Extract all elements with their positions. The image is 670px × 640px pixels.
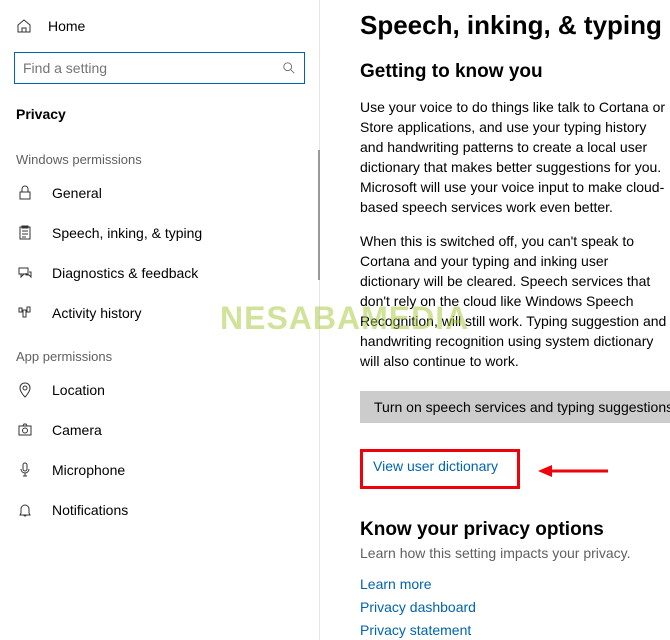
description-paragraph-2: When this is switched off, you can't spe… <box>360 231 670 371</box>
nav-label: Activity history <box>52 305 141 321</box>
group-app-permissions: App permissions <box>0 333 319 370</box>
nav-label: Notifications <box>52 502 128 518</box>
sidebar-item-camera[interactable]: Camera <box>0 410 319 450</box>
privacy-subtext: Learn how this setting impacts your priv… <box>360 545 670 561</box>
home-label: Home <box>48 18 85 34</box>
description-paragraph-1: Use your voice to do things like talk to… <box>360 97 670 217</box>
view-user-dictionary-link[interactable]: View user dictionary <box>373 458 498 474</box>
main-content: Speech, inking, & typing Getting to know… <box>320 0 670 640</box>
sidebar-section-title: Privacy <box>0 96 319 136</box>
feedback-icon <box>16 265 34 281</box>
nav-label: Camera <box>52 422 102 438</box>
search-icon <box>282 61 296 75</box>
nav-label: Microphone <box>52 462 125 478</box>
privacy-statement-link[interactable]: Privacy statement <box>360 622 471 638</box>
home-nav[interactable]: Home <box>0 8 319 44</box>
sidebar-item-microphone[interactable]: Microphone <box>0 450 319 490</box>
search-box[interactable] <box>14 52 305 84</box>
group-windows-permissions: Windows permissions <box>0 136 319 173</box>
learn-more-link[interactable]: Learn more <box>360 576 432 592</box>
nav-label: Speech, inking, & typing <box>52 225 202 241</box>
view-user-dictionary-highlight: View user dictionary <box>360 449 520 489</box>
sidebar-item-location[interactable]: Location <box>0 370 319 410</box>
sidebar-item-notifications[interactable]: Notifications <box>0 490 319 530</box>
clipboard-icon <box>16 225 34 241</box>
microphone-icon <box>16 462 34 478</box>
sidebar-item-general[interactable]: General <box>0 173 319 213</box>
activity-icon <box>16 305 34 321</box>
search-input[interactable] <box>23 60 282 76</box>
section-know-your-privacy-options: Know your privacy options <box>360 519 670 541</box>
location-icon <box>16 382 34 398</box>
camera-icon <box>16 422 34 438</box>
sidebar-item-speech-inking-typing[interactable]: Speech, inking, & typing <box>0 213 319 253</box>
page-title: Speech, inking, & typing <box>360 10 670 41</box>
privacy-dashboard-link[interactable]: Privacy dashboard <box>360 599 476 615</box>
sidebar-item-activity-history[interactable]: Activity history <box>0 293 319 333</box>
notifications-icon <box>16 502 34 518</box>
nav-label: General <box>52 185 102 201</box>
annotation-arrow-icon <box>538 462 608 480</box>
turn-on-speech-button[interactable]: Turn on speech services and typing sugge… <box>360 391 670 423</box>
settings-sidebar: Home Privacy Windows permissions General… <box>0 0 320 640</box>
sidebar-item-diagnostics-feedback[interactable]: Diagnostics & feedback <box>0 253 319 293</box>
home-icon <box>16 18 32 34</box>
nav-label: Diagnostics & feedback <box>52 265 198 281</box>
section-getting-to-know-you: Getting to know you <box>360 61 670 83</box>
nav-label: Location <box>52 382 105 398</box>
lock-icon <box>16 185 34 201</box>
